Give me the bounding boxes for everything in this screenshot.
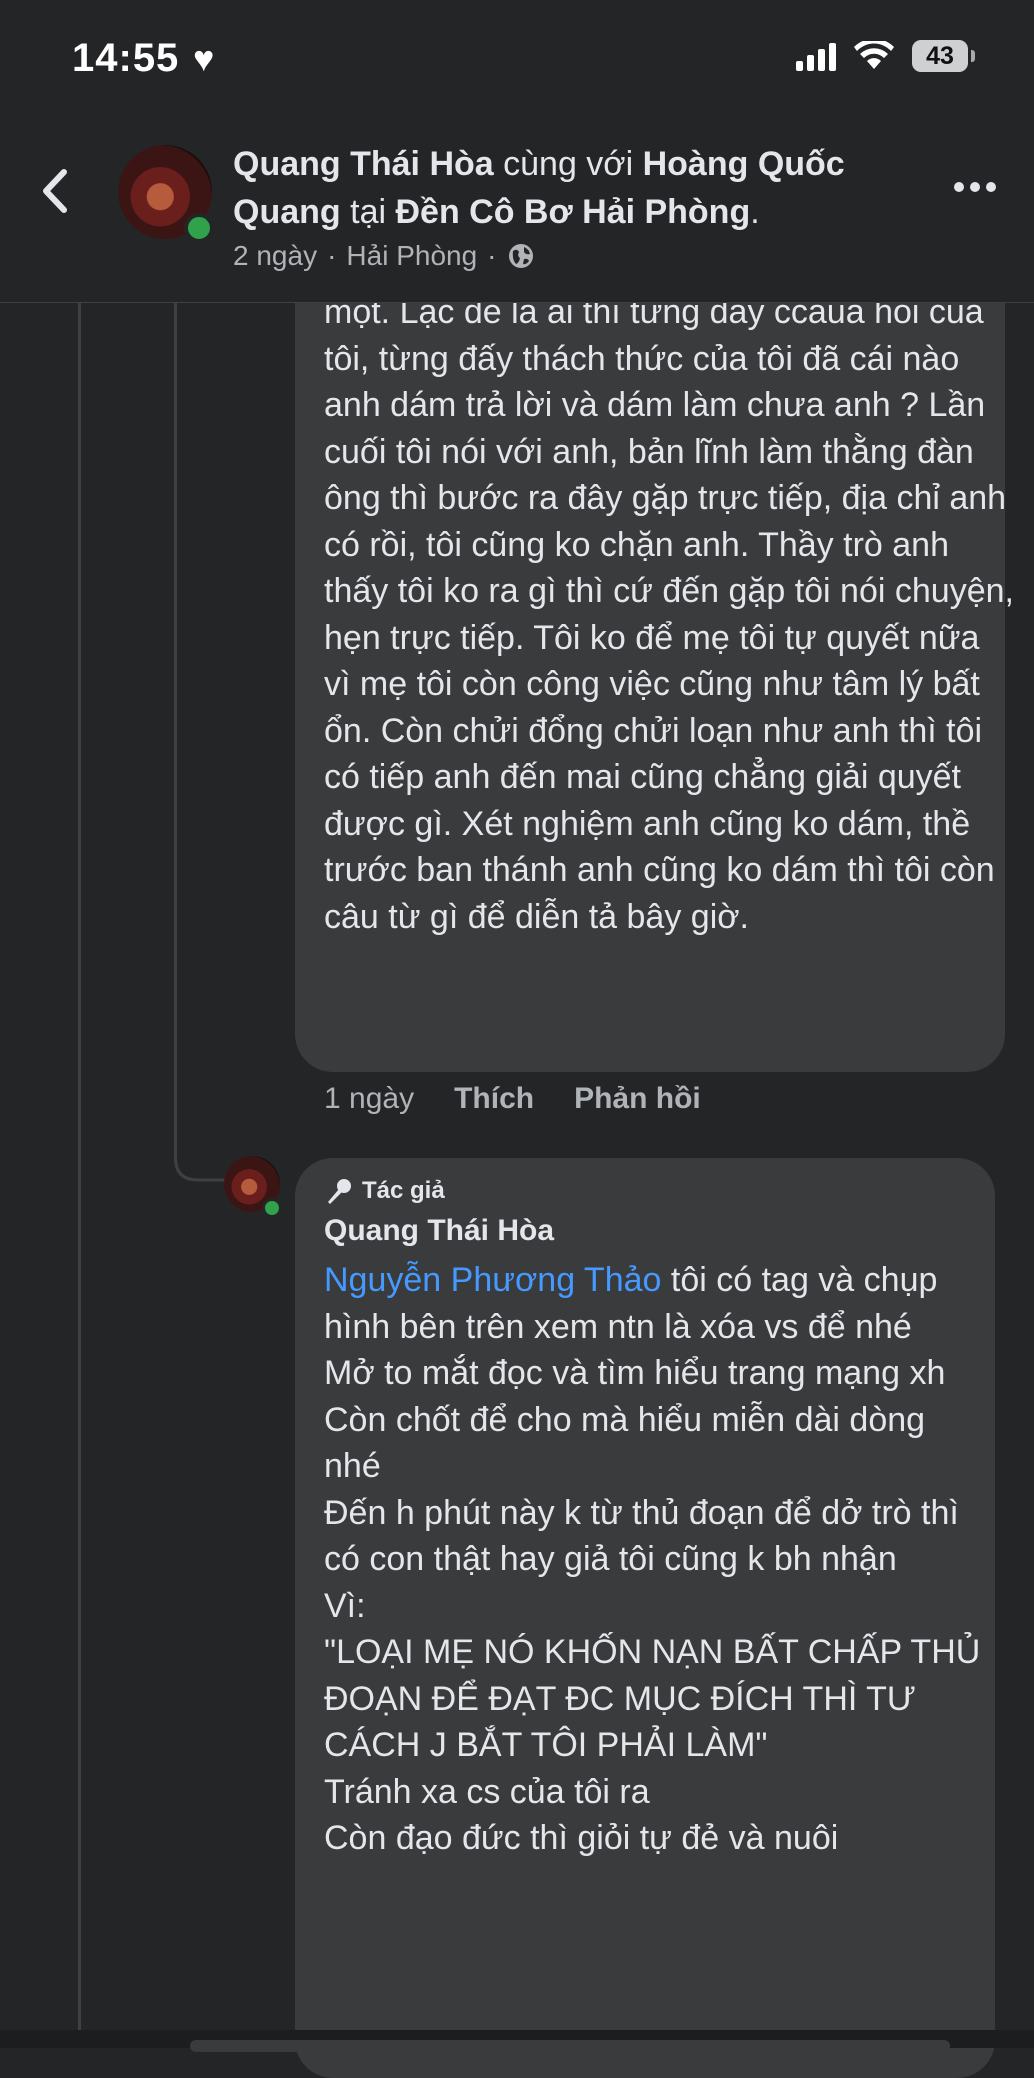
mention-link[interactable]: Nguyễn Phương Thảo [324, 1261, 661, 1299]
meta-separator-2: · [487, 240, 497, 271]
battery-level: 43 [926, 41, 954, 70]
reply-online-indicator [262, 1198, 282, 1218]
globe-icon [508, 244, 533, 268]
reply-body: tôi có tag và chụp hình bên trên xem ntn… [324, 1261, 981, 1857]
at-text: tại [340, 193, 396, 231]
status-bar: 14:55 ♥ 43 [0, 0, 1034, 118]
reply-button[interactable]: Phản hồi [574, 1082, 701, 1116]
heart-icon: ♥ [193, 38, 215, 79]
author-badge-label: Tác giả [362, 1177, 445, 1204]
post-time[interactable]: 2 ngày [233, 240, 317, 272]
thread-line-inner [174, 302, 177, 1162]
like-button[interactable]: Thích [454, 1082, 534, 1116]
post-title: Quang Thái Hòa cùng với Hoàng Quốc Quang… [233, 140, 913, 236]
thread-line-outer [78, 302, 81, 2030]
author-name-link[interactable]: Quang Thái Hòa [233, 145, 494, 183]
comment-text: một. Lạc đề là ai thì từng đấy ccaua hỏi… [324, 293, 1014, 936]
status-indicators: 43 [796, 40, 975, 72]
author-badge: Tác giả [324, 1176, 445, 1206]
signal-icon [796, 41, 836, 71]
microphone-icon [328, 1179, 351, 1204]
comment-time[interactable]: 1 ngày [324, 1082, 414, 1116]
bottom-bar [0, 2030, 1034, 2052]
post-meta: 2 ngày · Hải Phòng · [233, 240, 535, 272]
reply-author-name[interactable]: Quang Thái Hòa [324, 1214, 554, 1248]
post-header: Quang Thái Hòa cùng với Hoàng Quốc Quang… [0, 118, 1034, 303]
comment-input-edge[interactable] [190, 2040, 950, 2052]
meta-separator: · [327, 240, 337, 271]
back-icon[interactable] [36, 166, 76, 216]
more-options-icon[interactable] [954, 182, 996, 192]
status-time: 14:55 [72, 36, 180, 80]
online-indicator [184, 213, 214, 243]
battery-icon: 43 [912, 40, 975, 72]
post-place: Hải Phòng [346, 240, 478, 271]
thread-connector [174, 1140, 226, 1182]
title-period: . [750, 193, 760, 231]
location-link[interactable]: Đền Cô Bơ Hải Phòng [395, 193, 750, 231]
comment-actions: 1 ngày Thích Phản hồi [324, 1082, 701, 1116]
reply-text: Nguyễn Phương Thảo tôi có tag và chụp hì… [324, 1257, 984, 1862]
with-text: cùng với [493, 145, 643, 183]
wifi-icon [854, 41, 894, 69]
